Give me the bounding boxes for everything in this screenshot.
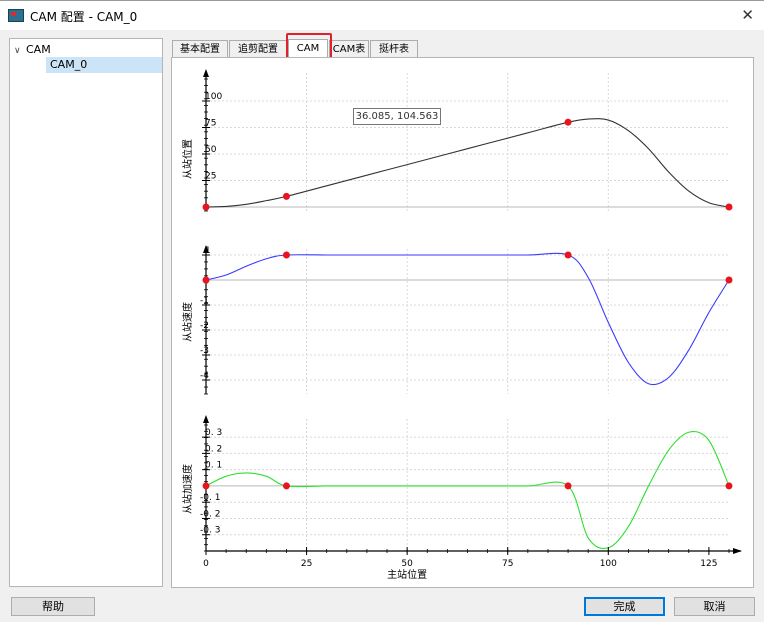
chevron-down-icon[interactable]: ∨ [14,43,26,59]
y-axis-label: 从站位置 [181,139,194,179]
app-icon [8,9,24,22]
x-tick-label: 25 [301,559,312,569]
tab-cam-table[interactable]: CAM表 [329,40,369,57]
series-line-acceleration [205,431,730,550]
x-axis-label: 主站位置 [387,568,427,581]
x-tick-label: 0 [203,559,209,569]
keypoint-marker [725,203,733,211]
cursor-tooltip: 36.085, 104.563 [353,108,441,125]
close-icon[interactable]: ✕ [741,6,754,24]
x-tick-label: 125 [700,559,717,569]
y-tick-label: -4 [200,371,209,381]
tab-tappet-table[interactable]: 挺杆表 [370,40,418,57]
tree-item-cam[interactable]: ∨ CAM [14,42,51,58]
y-tick-label: 0. 3 [205,428,222,438]
y-tick-label: 0. 1 [205,461,222,471]
tab-flying-shear-config[interactable]: 追剪配置 [229,40,287,57]
y-axis-arrow [203,69,209,77]
keypoint-marker [202,276,210,284]
keypoint-marker [564,251,572,259]
finish-button[interactable]: 完成 [584,597,665,616]
keypoint-marker [564,482,572,490]
y-tick-label: -3 [200,346,209,356]
help-button[interactable]: 帮助 [11,597,95,616]
y-tick-label: -0. 2 [200,509,220,519]
cancel-button[interactable]: 取消 [674,597,755,616]
x-tick-label: 50 [401,559,413,569]
tab-basic-config[interactable]: 基本配置 [172,40,228,57]
y-tick-label: -1 [200,296,209,306]
y-tick-label: 100 [205,92,222,102]
y-tick-label: 50 [205,145,217,155]
keypoint-marker [202,203,210,211]
tree-item-cam-0[interactable]: CAM_0 [46,57,162,73]
keypoint-marker [202,482,210,490]
y-axis-arrow [203,415,209,423]
config-tree: ∨ CAM CAM_0 [9,38,163,587]
keypoint-marker [725,276,733,284]
keypoint-marker [725,482,733,490]
keypoint-marker [564,118,572,126]
y-tick-label: 0. 2 [205,444,222,454]
y-tick-label: 25 [205,172,216,182]
window-title: CAM 配置 - CAM_0 [30,10,138,24]
y-tick-label: 1 [205,246,211,256]
x-tick-label: 75 [502,559,513,569]
tree-item-label: CAM [26,43,51,56]
keypoint-marker [282,482,290,490]
keypoint-marker [282,192,290,200]
y-tick-label: -0. 1 [200,493,220,503]
x-tick-label: 100 [600,559,617,569]
x-axis-arrow [733,548,742,554]
y-tick-label: -0. 3 [200,526,220,536]
y-tick-label: 75 [205,119,216,129]
tab-cam[interactable]: CAM [288,39,328,58]
y-axis-label: 从站速度 [181,302,194,342]
y-tick-label: -2 [200,321,209,331]
series-line-velocity [205,252,730,386]
cam-charts[interactable]: 25 50 75 100 从站位置 1 -1 -2 -3 -4 从站速度 0. 3 0. 2 0. 1 -0… [171,57,754,588]
keypoint-marker [282,251,290,259]
title-bar: CAM 配置 - CAM_0 ✕ [0,0,764,30]
y-axis-label: 从站加速度 [181,464,194,514]
